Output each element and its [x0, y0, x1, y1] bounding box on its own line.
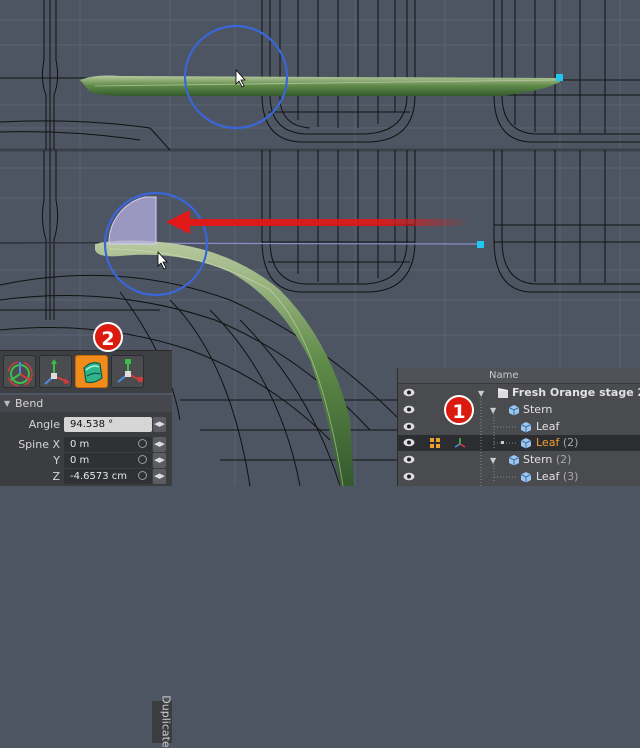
- spine-x-stepper[interactable]: ◀▶: [153, 437, 166, 452]
- scale-tool-icon: [117, 359, 143, 383]
- spine-y-label: Y: [53, 454, 60, 467]
- move-tool-button[interactable]: [3, 355, 36, 388]
- bend-end-handle-lower[interactable]: [477, 241, 484, 248]
- spine-x-reset-icon[interactable]: [138, 439, 147, 448]
- spine-x-row: Spine X 0 m ◀▶: [0, 436, 172, 453]
- wireframe-stem-lower: [41, 150, 59, 320]
- bend-angle-wedge[interactable]: [108, 196, 157, 245]
- angle-field[interactable]: 94.538 °: [64, 417, 152, 432]
- tree-connectors: [480, 398, 516, 486]
- wireframe-cylinder-upper-right: [493, 0, 640, 143]
- step-2-badge: 2: [93, 322, 123, 352]
- wireframe-cylinder-lower-right: [493, 150, 640, 293]
- collapse-triangle-icon: ▼: [4, 399, 11, 408]
- wireframe-sphere-upper: [0, 120, 171, 151]
- angle-row: Angle 94.538 ° ◀▶: [0, 416, 172, 433]
- spine-z-reset-icon[interactable]: [138, 471, 147, 480]
- angle-stepper[interactable]: ◀▶: [153, 417, 166, 432]
- item-list-panel: Name ▼ Fresh Orange stage 2.l ▼ Stern Le…: [397, 368, 640, 486]
- bend-tool-button[interactable]: [75, 355, 108, 388]
- angle-label: Angle: [28, 418, 60, 431]
- scale-tool-button[interactable]: [111, 355, 144, 388]
- spine-z-stepper[interactable]: ◀▶: [153, 469, 166, 484]
- duplicate-tab[interactable]: Duplicate: [152, 695, 173, 748]
- move-tool-icon: [7, 361, 33, 387]
- spine-z-label: Z: [52, 470, 60, 483]
- step-1-badge: 1: [444, 395, 474, 425]
- tool-palette: Duplicate: [0, 350, 173, 748]
- bend-properties-panel: ▼ Bend Angle 94.538 ° ◀▶ Spine X 0 m ◀▶ …: [0, 395, 172, 486]
- spine-y-row: Y 0 m ◀▶: [0, 452, 172, 469]
- spine-z-row: Z -4.6573 cm ◀▶: [0, 468, 172, 485]
- bend-tool-icon: [83, 362, 103, 384]
- bend-end-handle-upper[interactable]: [556, 74, 563, 81]
- transform-tool-icon: [44, 359, 70, 385]
- spine-x-label: Spine X: [18, 438, 60, 451]
- spine-y-reset-icon[interactable]: [138, 455, 147, 464]
- duplicate-tab-label: Duplicate: [159, 695, 173, 748]
- bend-section-title: Bend: [15, 397, 44, 410]
- wireframe-cylinder-upper-left: [261, 0, 416, 143]
- bend-section-header[interactable]: ▼ Bend: [0, 395, 172, 412]
- transform-tool-button[interactable]: [39, 355, 72, 388]
- leaf-mesh-flat: [80, 75, 560, 96]
- spine-y-stepper[interactable]: ◀▶: [153, 453, 166, 468]
